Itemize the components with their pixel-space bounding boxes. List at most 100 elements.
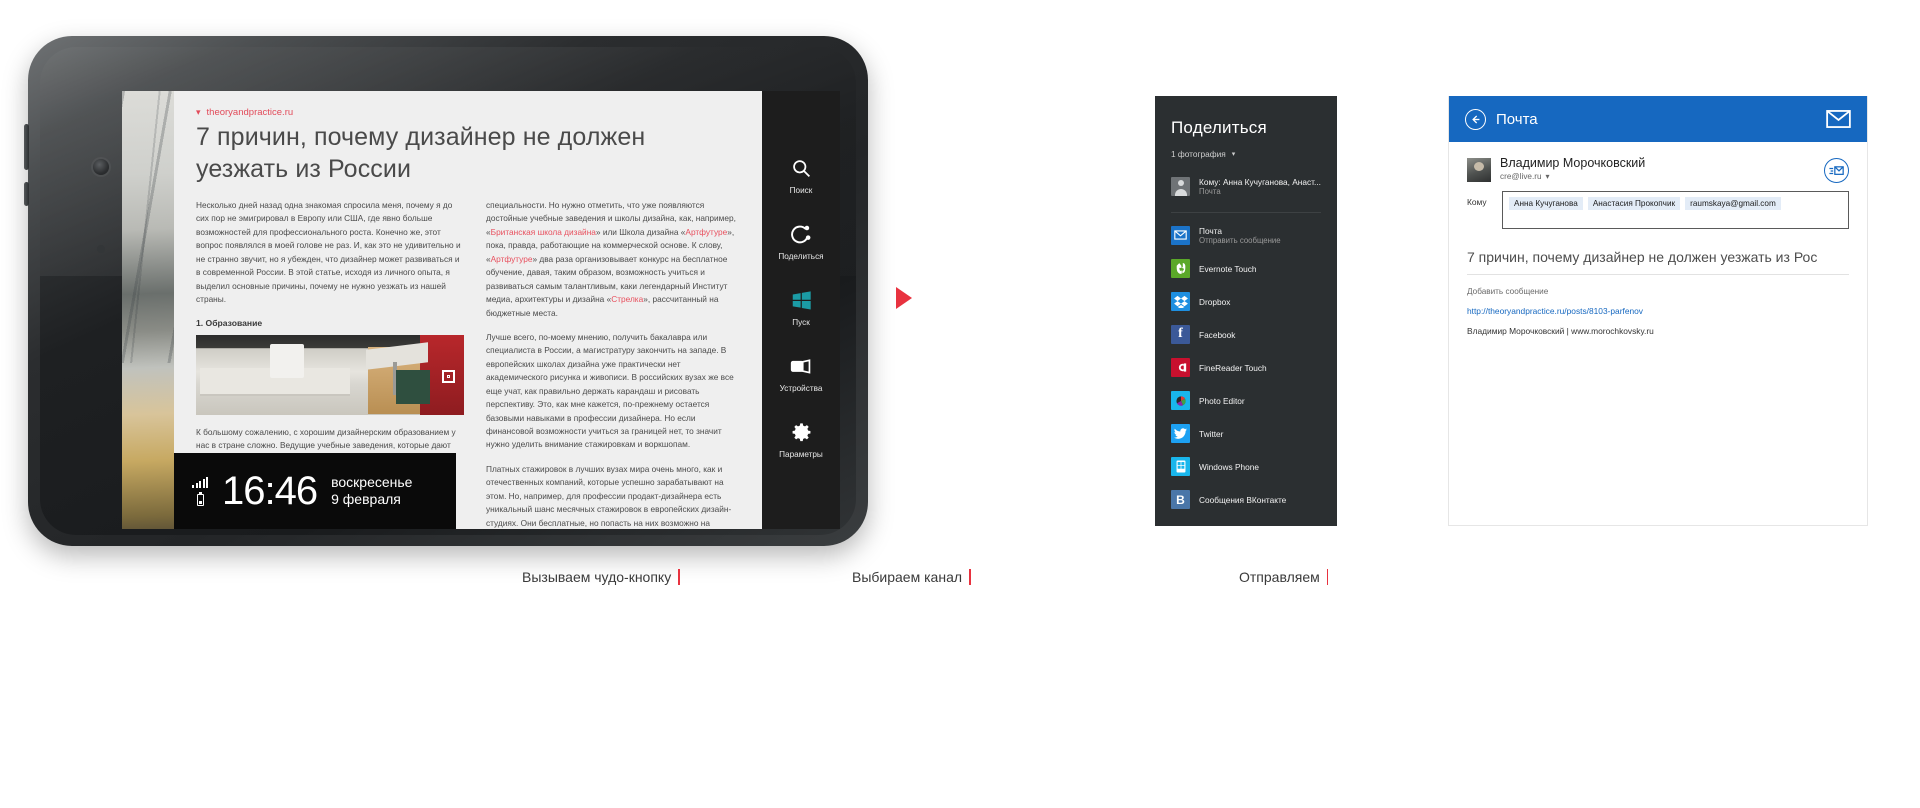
mail-message-link[interactable]: http://theoryandpractice.ru/posts/8103-p…	[1467, 306, 1849, 316]
caption-accent-bar	[1326, 569, 1329, 585]
back-arrow-icon[interactable]	[1465, 108, 1486, 130]
share-target-photo-editor[interactable]: Photo Editor	[1155, 384, 1337, 417]
front-camera-icon	[93, 159, 109, 175]
recipient-chip[interactable]: raumskaya@gmail.com	[1685, 197, 1781, 210]
share-recent-title: Кому: Анна Кучуганова, Анаст...	[1199, 177, 1321, 187]
share-target-text: Dropbox	[1199, 297, 1230, 307]
send-mail-icon[interactable]	[1824, 158, 1849, 183]
clock-weekday: воскресенье	[331, 473, 413, 490]
mail-header-left: Почта	[1465, 108, 1538, 130]
volume-button[interactable]	[24, 124, 29, 170]
share-target-title: Evernote Touch	[1199, 263, 1257, 274]
share-photo-count-label: 1 фотография	[1171, 149, 1226, 159]
evernote-icon	[1171, 259, 1190, 279]
charm-settings[interactable]: Параметры	[762, 419, 840, 459]
power-button[interactable]	[24, 182, 29, 206]
share-target-text: Windows Phone	[1199, 462, 1259, 472]
charms-bar: Поиск Поделиться Пуск Устройства Парамет…	[762, 91, 840, 529]
share-target-text: Почта Отправить сообщение	[1199, 226, 1281, 246]
settings-gear-icon	[791, 419, 812, 445]
share-target-evernote[interactable]: Evernote Touch	[1155, 252, 1337, 285]
share-divider	[1171, 211, 1321, 213]
clock-date: 9 февраля	[331, 491, 401, 507]
clock-date-block: воскресенье 9 февраля	[331, 474, 412, 508]
photo-expand-icon[interactable]	[442, 369, 455, 383]
share-target-title: Photo Editor	[1199, 395, 1245, 406]
twitter-icon	[1171, 424, 1190, 444]
share-target-text: Evernote Touch	[1199, 264, 1257, 274]
article-section-heading: 1. Образование	[196, 317, 263, 328]
caption-step-3: Отправляем	[1239, 569, 1329, 585]
share-target-title: FineReader Touch	[1199, 362, 1267, 373]
caption-step-1: Вызываем чудо-кнопку	[522, 569, 680, 585]
share-target-facebook[interactable]: f Facebook	[1155, 318, 1337, 351]
contact-avatar-icon	[1171, 177, 1190, 197]
mail-sender-email: cre@live.ru	[1500, 171, 1542, 181]
photo-monitor	[270, 344, 304, 379]
mail-divider	[1467, 274, 1849, 275]
signal-bars-icon	[192, 476, 208, 488]
article-paragraph: специальности. Но нужно отметить, что уж…	[486, 200, 736, 318]
charm-label: Пуск	[792, 318, 810, 327]
share-target-vkontakte[interactable]: B Сообщения ВКонтакте	[1155, 483, 1337, 516]
share-target-finereader[interactable]: FineReader Touch	[1155, 351, 1337, 384]
photo-green-cabinet	[396, 369, 430, 404]
share-photo-count[interactable]: 1 фотография ▾	[1155, 149, 1337, 159]
mail-body: Владимир Морочковский cre@live.ru ▾ Кому	[1449, 142, 1867, 336]
windows-phone-icon	[1171, 457, 1190, 477]
charm-label: Параметры	[779, 450, 823, 459]
charm-share[interactable]: Поделиться	[762, 221, 840, 261]
battery-icon	[196, 491, 204, 506]
mail-to-field[interactable]: Анна Кучуганова Анастасия Прокопчик raum…	[1502, 191, 1849, 229]
mail-to-row: Кому Анна Кучуганова Анастасия Прокопчик…	[1467, 191, 1849, 229]
share-target-title: Windows Phone	[1199, 461, 1259, 472]
finereader-icon	[1171, 358, 1190, 378]
mail-subject-field[interactable]: 7 причин, почему дизайнер не должен уезж…	[1467, 249, 1849, 265]
tablet-device: ▾ theoryandpractice.ru 7 причин, почему …	[24, 36, 868, 546]
lock-screen-clock: 16:46 воскресенье 9 февраля	[174, 453, 456, 529]
charm-label: Поиск	[789, 186, 813, 195]
share-target-title: Twitter	[1199, 428, 1224, 439]
photo-editor-icon	[1171, 391, 1190, 411]
mail-message-placeholder[interactable]: Добавить сообщение	[1467, 287, 1849, 296]
recipient-chip[interactable]: Анна Кучуганова	[1509, 197, 1583, 210]
share-target-title: Facebook	[1199, 329, 1236, 340]
share-target-mail[interactable]: Почта Отправить сообщение	[1155, 219, 1337, 253]
article-column-right: специальности. Но нужно отметить, что уж…	[486, 199, 742, 529]
windows-start-icon	[791, 287, 812, 313]
share-target-text: Facebook	[1199, 330, 1235, 340]
article-photo	[196, 334, 464, 415]
avatar	[1467, 158, 1491, 182]
mail-sender-info: Владимир Морочковский cre@live.ru ▾	[1500, 156, 1645, 181]
mail-message-signature: Владимир Морочковский | www.morochkovsky…	[1467, 326, 1654, 336]
mail-sender-account[interactable]: cre@live.ru ▾	[1500, 171, 1645, 182]
share-target-text: FineReader Touch	[1199, 363, 1267, 373]
share-recent-target[interactable]: Кому: Анна Кучуганова, Анаст... Почта	[1155, 170, 1337, 204]
caption-accent-bar	[678, 569, 680, 585]
recipient-chip[interactable]: Анастасия Прокопчик	[1587, 197, 1681, 210]
search-icon	[791, 155, 812, 181]
share-target-title: Сообщения ВКонтакте	[1199, 494, 1287, 505]
envelope-icon[interactable]	[1826, 110, 1851, 128]
article-paragraph: Платных стажировок в лучших вузах мира о…	[486, 463, 732, 528]
mail-header: Почта	[1449, 96, 1867, 142]
charm-search[interactable]: Поиск	[762, 155, 840, 195]
charm-start[interactable]: Пуск	[762, 287, 840, 327]
share-recent-subtitle: Почта	[1199, 187, 1221, 197]
share-target-windows-phone[interactable]: Windows Phone	[1155, 450, 1337, 483]
caption-accent-bar	[969, 569, 971, 585]
charm-label: Поделиться	[778, 252, 824, 261]
status-icons	[192, 476, 208, 506]
share-target-dropbox[interactable]: Dropbox	[1155, 285, 1337, 318]
caption-step-2-label: Выбираем канал	[852, 569, 963, 585]
dropbox-icon	[1171, 292, 1190, 312]
article-paragraph: Лучше всего, по-моему мнению, получить б…	[486, 331, 734, 450]
share-panel-title: Поделиться	[1171, 118, 1267, 137]
mail-sender-row: Владимир Морочковский cre@live.ru ▾	[1467, 156, 1849, 183]
charm-devices[interactable]: Устройства	[762, 353, 840, 393]
share-target-twitter[interactable]: Twitter	[1155, 417, 1337, 450]
article-source[interactable]: ▾ theoryandpractice.ru	[196, 107, 742, 118]
article-title: 7 причин, почему дизайнер не должен уезж…	[196, 123, 646, 183]
flow-arrow-icon	[896, 287, 912, 309]
article-source-label: theoryandpractice.ru	[206, 107, 294, 118]
